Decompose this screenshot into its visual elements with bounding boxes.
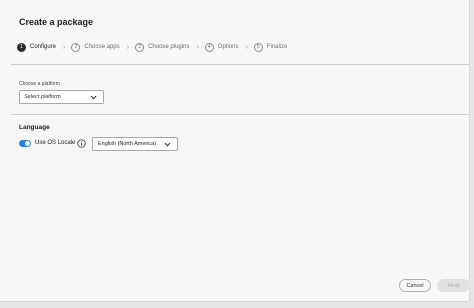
chevron-right-icon: › xyxy=(126,43,130,51)
step-options[interactable]: 4 Options xyxy=(204,42,239,52)
step-label: Choose apps xyxy=(84,44,120,50)
cancel-button[interactable]: Cancel xyxy=(399,279,431,292)
platform-select[interactable]: Select platform xyxy=(19,90,104,104)
platform-select-value: Select platform xyxy=(24,94,61,100)
toggle-knob xyxy=(25,141,30,146)
chevron-right-icon: › xyxy=(196,43,199,51)
divider xyxy=(11,64,469,65)
step-number: 5 xyxy=(253,42,263,52)
create-package-dialog: Create a package 1 Configure › 2 Choose … xyxy=(0,0,470,302)
step-configure[interactable]: 1 Configure xyxy=(17,42,57,52)
step-number: 4 xyxy=(204,42,214,52)
step-number: 3 xyxy=(135,42,145,52)
locale-select-value: English (North America) xyxy=(98,141,157,147)
locale-select[interactable]: English (North America) xyxy=(92,137,178,151)
step-finalize[interactable]: 5 Finalize xyxy=(253,42,288,52)
chevron-down-icon xyxy=(90,95,97,99)
divider xyxy=(11,114,469,115)
os-locale-toggle[interactable] xyxy=(19,140,31,147)
dialog-title: Create a package xyxy=(19,17,94,27)
step-number: 2 xyxy=(71,42,81,52)
step-label: Finalize xyxy=(266,44,288,50)
platform-label: Choose a platform xyxy=(19,81,60,87)
step-label: Options xyxy=(217,44,239,50)
chevron-right-icon: › xyxy=(245,43,248,51)
info-icon[interactable] xyxy=(77,139,86,148)
step-number: 1 xyxy=(17,42,26,52)
step-label: Choose plugins xyxy=(148,44,190,50)
language-section-title: Language xyxy=(19,124,50,131)
os-locale-label: Use OS Locale xyxy=(35,140,76,146)
chevron-down-icon xyxy=(164,142,171,146)
step-choose-plugins[interactable]: 3 Choose plugins xyxy=(135,42,190,52)
chevron-right-icon: › xyxy=(63,43,66,51)
next-button[interactable]: Next xyxy=(437,279,470,292)
step-label: Configure xyxy=(30,44,57,50)
step-choose-apps[interactable]: 2 Choose apps xyxy=(71,42,120,52)
stepper: 1 Configure › 2 Choose apps › 3 Choose p… xyxy=(17,41,288,53)
